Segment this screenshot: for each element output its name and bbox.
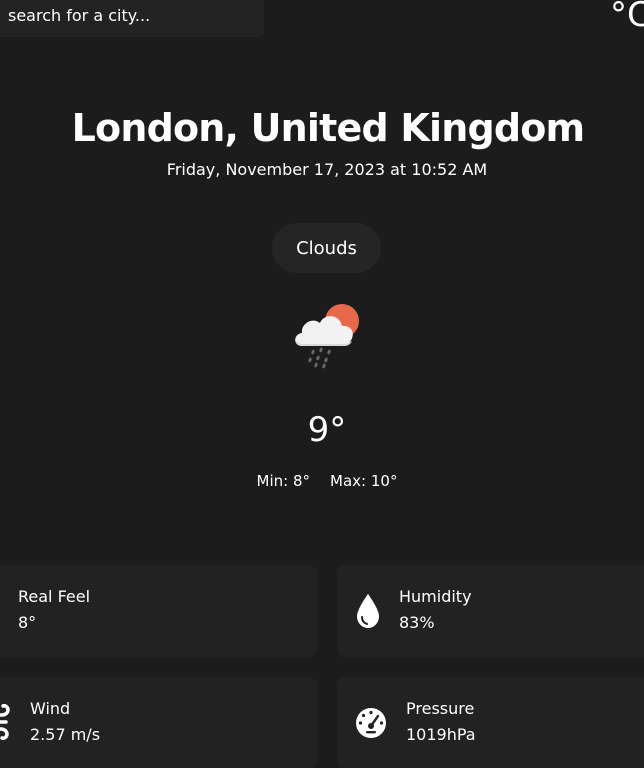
pressure-label: Pressure	[406, 699, 475, 718]
wind-card: Wind 2.57 m/s	[0, 677, 317, 768]
date-time: Friday, November 17, 2023 at 10:52 AM	[166, 160, 488, 179]
condition-badge: Clouds	[272, 223, 381, 273]
real-feel-value: 8°	[18, 613, 37, 632]
search-bar[interactable]	[0, 0, 264, 37]
gauge-icon	[356, 708, 386, 738]
wind-value: 2.57 m/s	[30, 725, 101, 744]
wind-icon	[0, 704, 10, 740]
cloud-rain-sun-icon	[295, 304, 359, 369]
humidity-label: Humidity	[399, 587, 472, 606]
pressure-value: 1019hPa	[406, 725, 476, 744]
search-input[interactable]	[8, 6, 248, 25]
condition-label: Clouds	[296, 237, 357, 259]
max-temperature: Max: 10°	[330, 472, 398, 490]
humidity-card: Humidity 83%	[337, 565, 644, 657]
min-max-temperature: Min: 8° Max: 10°	[0, 470, 644, 492]
humidity-value: 83%	[399, 613, 435, 632]
current-temperature: 9°	[307, 410, 347, 450]
city-title: London, United Kingdom	[71, 106, 586, 150]
pressure-card: Pressure 1019hPa	[337, 677, 644, 768]
weather-app: °C London, United Kingdom Friday, Novemb…	[0, 0, 644, 768]
wind-label: Wind	[30, 699, 71, 718]
droplet-icon	[357, 594, 379, 628]
min-temperature: Min: 8°	[256, 472, 311, 490]
real-feel-card: Real Feel 8°	[0, 565, 317, 657]
unit-toggle-button[interactable]: °C	[610, 0, 644, 34]
real-feel-label: Real Feel	[18, 587, 91, 606]
